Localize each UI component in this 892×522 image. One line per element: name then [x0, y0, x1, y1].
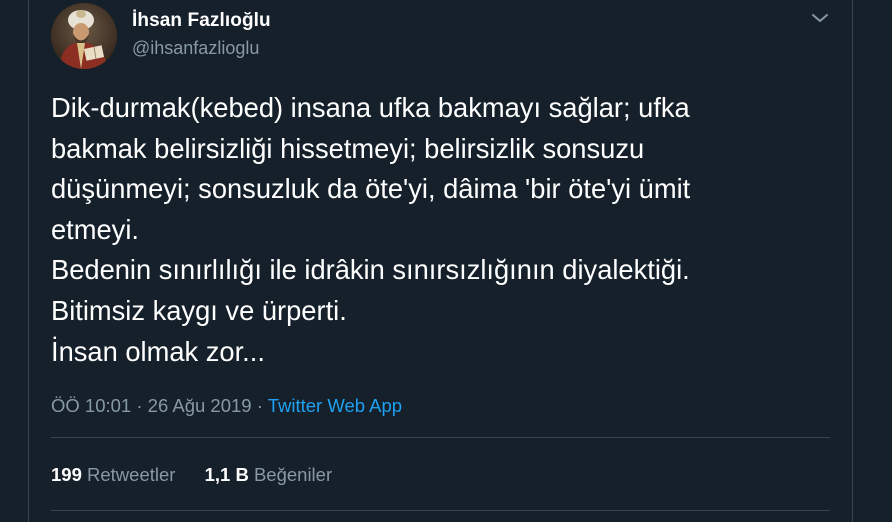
author-name[interactable]: İhsan Fazlıoğlu — [132, 10, 271, 32]
divider — [51, 510, 830, 511]
avatar[interactable] — [51, 3, 117, 69]
author-handle[interactable]: @ihsanfazlioglu — [132, 38, 259, 59]
tweet-date[interactable]: 26 Ağu 2019 — [148, 395, 252, 416]
tweet-source-link[interactable]: Twitter Web App — [268, 395, 402, 416]
likes-count: 1,1 B — [204, 464, 249, 485]
chevron-down-icon[interactable] — [809, 9, 831, 27]
divider — [51, 437, 830, 438]
tweet: İhsan Fazlıoğlu @ihsanfazlioglu Dik-durm… — [29, 0, 852, 522]
retweets-stat[interactable]: 199 Retweetler — [51, 464, 175, 486]
likes-stat[interactable]: 1,1 B Beğeniler — [205, 464, 333, 486]
tweet-meta: ÖÖ 10:01 · 26 Ağu 2019 · Twitter Web App — [51, 395, 402, 417]
tweet-stats: 199 Retweetler 1,1 B Beğeniler — [51, 464, 332, 486]
meta-separator: · — [136, 395, 143, 416]
tweet-time[interactable]: ÖÖ 10:01 — [51, 395, 131, 416]
retweets-label: Retweetler — [87, 464, 176, 485]
meta-separator: · — [256, 395, 263, 416]
avatar-portrait-icon — [51, 3, 117, 69]
likes-label: Beğeniler — [253, 464, 333, 485]
retweets-count: 199 — [51, 464, 82, 485]
tweet-text: Dik-durmak(kebed) insana ufka bakmayı sa… — [51, 92, 691, 367]
tweet-page: İhsan Fazlıoğlu @ihsanfazlioglu Dik-durm… — [0, 0, 892, 522]
column-border-right — [852, 0, 853, 522]
